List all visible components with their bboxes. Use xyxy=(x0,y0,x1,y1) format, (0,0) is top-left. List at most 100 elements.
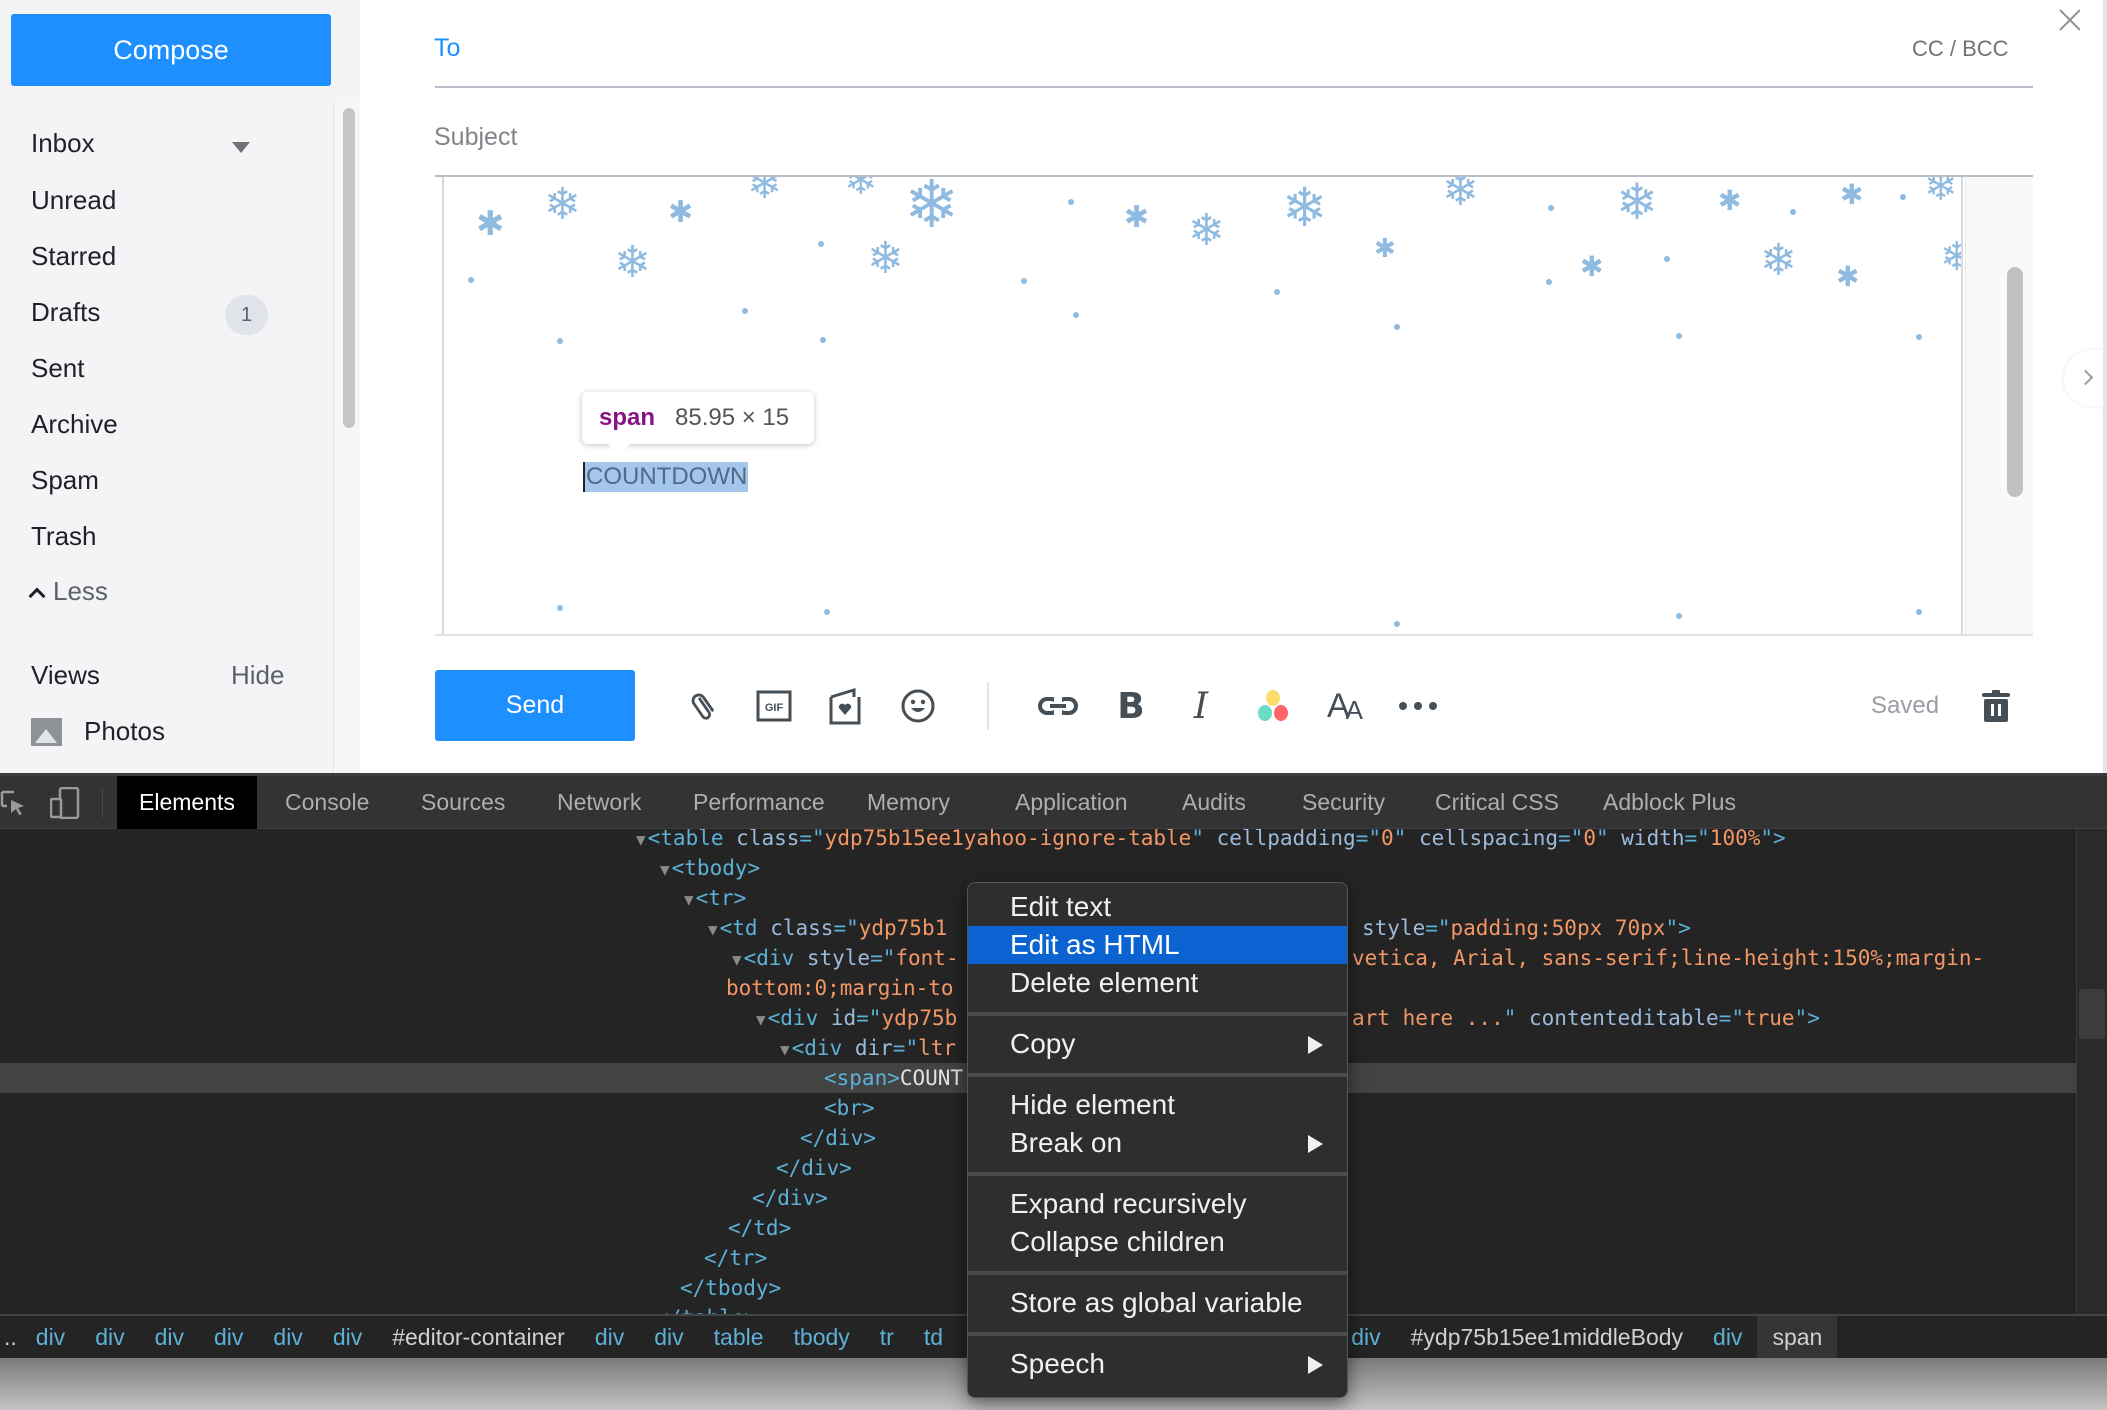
stationery-card-icon[interactable] xyxy=(822,683,868,729)
paperclip-icon[interactable] xyxy=(681,683,727,729)
dom-tree-scrollbar-thumb[interactable] xyxy=(2079,989,2105,1039)
sidebar-scrollbar-thumb[interactable] xyxy=(343,108,355,428)
menu-item-edit-as-html[interactable]: Edit as HTML xyxy=(968,926,1347,964)
dom-token: dir xyxy=(854,1036,893,1060)
tab-sources[interactable]: Sources xyxy=(399,776,527,829)
link-icon[interactable] xyxy=(1035,683,1081,729)
expand-triangle-icon[interactable]: ▼ xyxy=(636,830,646,849)
sidebar-item-unread[interactable]: Unread xyxy=(31,185,116,216)
countdown-text-selected[interactable]: COUNTDOWN xyxy=(583,462,749,492)
menu-item-delete-element[interactable]: Delete element xyxy=(968,964,1347,1002)
breadcrumb-item[interactable]: div xyxy=(318,1316,377,1358)
expand-triangle-icon[interactable]: ▼ xyxy=(780,1040,790,1059)
tab-network[interactable]: Network xyxy=(535,776,663,829)
editor-scrollbar-thumb[interactable] xyxy=(2007,267,2023,497)
dom-node[interactable]: ▼<tbody> xyxy=(0,853,2080,883)
subject-input[interactable] xyxy=(434,115,2024,159)
menu-item-break-on[interactable]: Break on xyxy=(968,1124,1347,1162)
breadcrumb-item[interactable]: div xyxy=(140,1316,199,1358)
send-button[interactable]: Send xyxy=(435,670,635,741)
emoji-icon[interactable] xyxy=(895,683,941,729)
snowflake-icon: ✱ xyxy=(476,205,505,243)
dom-token: <br> xyxy=(824,1096,875,1120)
sidebar-item-archive[interactable]: Archive xyxy=(31,409,118,440)
sidebar-item-trash[interactable]: Trash xyxy=(31,521,97,552)
snowflake-icon: ❄ xyxy=(1940,237,1961,277)
tab-performance[interactable]: Performance xyxy=(671,776,847,829)
tab-elements[interactable]: Elements xyxy=(117,776,257,829)
menu-item-hide-element[interactable]: Hide element xyxy=(968,1086,1347,1124)
bold-icon[interactable]: B xyxy=(1108,683,1154,729)
gif-icon[interactable]: GIF xyxy=(751,683,797,729)
less-toggle[interactable]: Less xyxy=(28,576,108,607)
expand-triangle-icon[interactable]: ▼ xyxy=(684,890,694,909)
to-input[interactable] xyxy=(480,24,1860,74)
dom-token: </tr> xyxy=(704,1246,768,1270)
saved-status: Saved xyxy=(1871,692,1940,719)
cc-bcc-link[interactable]: CC / BCC xyxy=(1912,36,2009,62)
sidebar-item-sent[interactable]: Sent xyxy=(31,353,85,384)
menu-item-store-as-global-variable[interactable]: Store as global variable xyxy=(968,1284,1347,1322)
italic-icon[interactable]: I xyxy=(1178,683,1224,729)
menu-item-collapse-children[interactable]: Collapse children xyxy=(968,1223,1347,1261)
dom-token: <div xyxy=(791,1036,855,1060)
color-palette-icon[interactable] xyxy=(1250,683,1296,729)
breadcrumb-item[interactable]: .. xyxy=(2,1316,21,1358)
snow-dot xyxy=(1068,199,1074,205)
breadcrumb-item[interactable]: div xyxy=(580,1316,639,1358)
menu-item-expand-recursively[interactable]: Expand recursively xyxy=(968,1185,1347,1223)
breadcrumb-item[interactable]: div xyxy=(258,1316,317,1358)
views-hide-link[interactable]: Hide xyxy=(231,660,284,691)
dom-token: <td xyxy=(719,916,771,940)
tab-security[interactable]: Security xyxy=(1280,776,1407,829)
menu-item-edit-text[interactable]: Edit text xyxy=(968,888,1347,926)
breadcrumb-item[interactable]: table xyxy=(699,1316,779,1358)
dom-token: ydp75b xyxy=(881,1006,958,1030)
breadcrumb-item[interactable]: tbody xyxy=(779,1316,865,1358)
tab-audits[interactable]: Audits xyxy=(1160,776,1268,829)
close-icon[interactable] xyxy=(2055,5,2085,35)
sidebar-item-spam[interactable]: Spam xyxy=(31,465,99,496)
expand-triangle-icon[interactable]: ▼ xyxy=(756,1010,766,1029)
sidebar-item-photos[interactable]: Photos xyxy=(31,716,165,747)
breadcrumb-current[interactable]: span xyxy=(1757,1316,1838,1358)
breadcrumb-item[interactable]: tr xyxy=(865,1316,909,1358)
editor-scrollbar[interactable] xyxy=(1965,177,2033,634)
snow-dot xyxy=(1776,256,1782,262)
dom-token: </div> xyxy=(800,1126,876,1150)
tab-memory[interactable]: Memory xyxy=(845,776,972,829)
sidebar-item-drafts[interactable]: Drafts xyxy=(31,297,100,328)
menu-item-speech[interactable]: Speech xyxy=(968,1345,1347,1383)
compose-button[interactable]: Compose xyxy=(11,14,331,86)
tab-adblock-plus[interactable]: Adblock Plus xyxy=(1581,776,1758,829)
breadcrumb-item[interactable]: #editor-container xyxy=(377,1316,580,1358)
dom-node[interactable]: ▼<table class="ydp75b15ee1yahoo-ignore-t… xyxy=(0,829,2080,853)
breadcrumb-item[interactable]: div xyxy=(21,1316,80,1358)
inspect-element-icon[interactable] xyxy=(0,790,26,816)
device-toolbar-icon[interactable] xyxy=(49,786,80,820)
tab-application[interactable]: Application xyxy=(993,776,1150,829)
dom-token: font- xyxy=(895,946,959,970)
dom-tree-scrollbar[interactable] xyxy=(2076,829,2107,1314)
expand-triangle-icon[interactable]: ▼ xyxy=(708,920,718,939)
tab-critical-css[interactable]: Critical CSS xyxy=(1413,776,1581,829)
font-size-icon[interactable]: AA xyxy=(1322,683,1368,729)
sidebar-item-inbox[interactable]: Inbox xyxy=(31,128,95,159)
breadcrumb-item[interactable]: #ydp75b15ee1middleBody xyxy=(1396,1316,1698,1358)
expand-triangle-icon[interactable]: ▼ xyxy=(660,860,670,879)
breadcrumb-item[interactable]: div xyxy=(80,1316,139,1358)
breadcrumb-item[interactable]: div xyxy=(1698,1316,1757,1358)
tab-console[interactable]: Console xyxy=(263,776,391,829)
menu-item-copy[interactable]: Copy xyxy=(968,1025,1347,1063)
trash-icon[interactable] xyxy=(1973,683,2019,729)
breadcrumb-item[interactable]: div xyxy=(639,1316,698,1358)
chevron-right-icon[interactable] xyxy=(2064,350,2107,406)
inbox-dropdown-caret-icon[interactable] xyxy=(232,142,250,153)
expand-triangle-icon[interactable]: ▼ xyxy=(732,950,742,969)
dom-token: true xyxy=(1743,1006,1795,1030)
more-icon[interactable] xyxy=(1395,683,1441,729)
sidebar-item-starred[interactable]: Starred xyxy=(31,241,116,272)
breadcrumb-item[interactable]: td xyxy=(909,1316,958,1358)
breadcrumb-item[interactable]: div xyxy=(199,1316,258,1358)
sidebar-scrollbar[interactable] xyxy=(333,102,360,773)
